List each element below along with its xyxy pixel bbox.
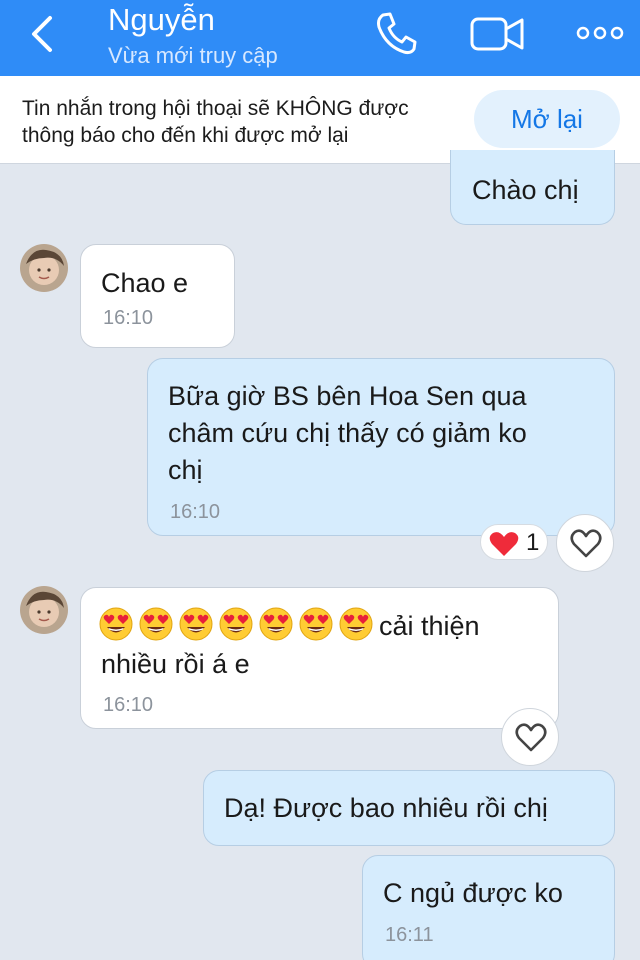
message-line: cải thiện: [99, 607, 480, 645]
heart-eyes-emoji: [139, 607, 173, 641]
emoji-row: [99, 607, 379, 641]
message-bubble-incoming[interactable]: cải thiện nhiều rồi á e 16:10: [80, 587, 559, 729]
heart-eyes-emoji: [259, 607, 293, 641]
heart-eyes-emoji: [219, 607, 253, 641]
avatar-image: [20, 244, 68, 292]
video-call-icon: [470, 17, 524, 51]
message-bubble-outgoing[interactable]: C ngủ được ko 16:11: [362, 855, 615, 960]
message-text: Chào chị: [472, 175, 579, 205]
call-button[interactable]: [374, 10, 418, 56]
mute-notice-line1: Tin nhắn trong hội thoại sẽ KHÔNG được: [22, 97, 409, 120]
message-text: cải thiện: [379, 611, 480, 641]
message-time: 16:10: [170, 501, 221, 523]
more-icon: [576, 26, 624, 40]
reaction-count: 1: [526, 529, 540, 556]
message-line: chị: [168, 455, 203, 485]
contact-status: Vừa mới truy cập: [108, 43, 278, 68]
message-text: C ngủ được ko: [383, 878, 563, 908]
reopen-button[interactable]: Mở lại: [474, 90, 620, 148]
message-line: nhiều rồi á e: [101, 649, 250, 679]
mute-notice-line2: thông báo cho đến khi được mở lại: [22, 124, 349, 147]
back-button[interactable]: [26, 14, 62, 54]
mute-notice: Tin nhắn trong hội thoại sẽ KHÔNG được t…: [22, 95, 472, 149]
heart-icon: [515, 723, 547, 752]
heart-icon: [570, 529, 602, 558]
message-bubble-outgoing[interactable]: Chào chị: [450, 150, 615, 225]
message-text: Chao e: [101, 268, 189, 298]
message-time: 16:11: [385, 924, 434, 946]
reaction-summary[interactable]: 1: [480, 524, 548, 560]
video-call-button[interactable]: [470, 14, 526, 54]
message-line: Bữa giờ BS bên Hoa Sen qua: [168, 381, 527, 411]
heart-eyes-emoji: [339, 607, 373, 641]
phone-icon: [377, 12, 417, 55]
heart-eyes-emoji: [99, 607, 133, 641]
message-bubble-incoming[interactable]: Chao e 16:10: [80, 244, 235, 348]
message-text: Dạ! Được bao nhiêu rồi chị: [224, 793, 548, 823]
contact-name[interactable]: Nguyễn: [108, 2, 215, 38]
message-line: châm cứu chị thấy có giảm ko: [168, 418, 527, 448]
react-button[interactable]: [556, 514, 614, 572]
message-time: 16:10: [103, 694, 154, 716]
heart-eyes-emoji: [299, 607, 333, 641]
avatar-image: [20, 586, 68, 634]
message-bubble-outgoing[interactable]: Bữa giờ BS bên Hoa Sen qua châm cứu chị …: [147, 358, 615, 536]
more-options-button[interactable]: [574, 18, 626, 48]
avatar[interactable]: [20, 244, 68, 292]
message-bubble-outgoing[interactable]: Dạ! Được bao nhiêu rồi chị: [203, 770, 615, 846]
react-button[interactable]: [501, 708, 559, 766]
heart-icon: [489, 532, 519, 556]
message-time: 16:10: [103, 307, 154, 329]
heart-eyes-emoji: [179, 607, 213, 641]
chat-header: Nguyễn Vừa mới truy cập: [0, 0, 640, 76]
back-icon: [32, 16, 52, 52]
avatar[interactable]: [20, 586, 68, 634]
